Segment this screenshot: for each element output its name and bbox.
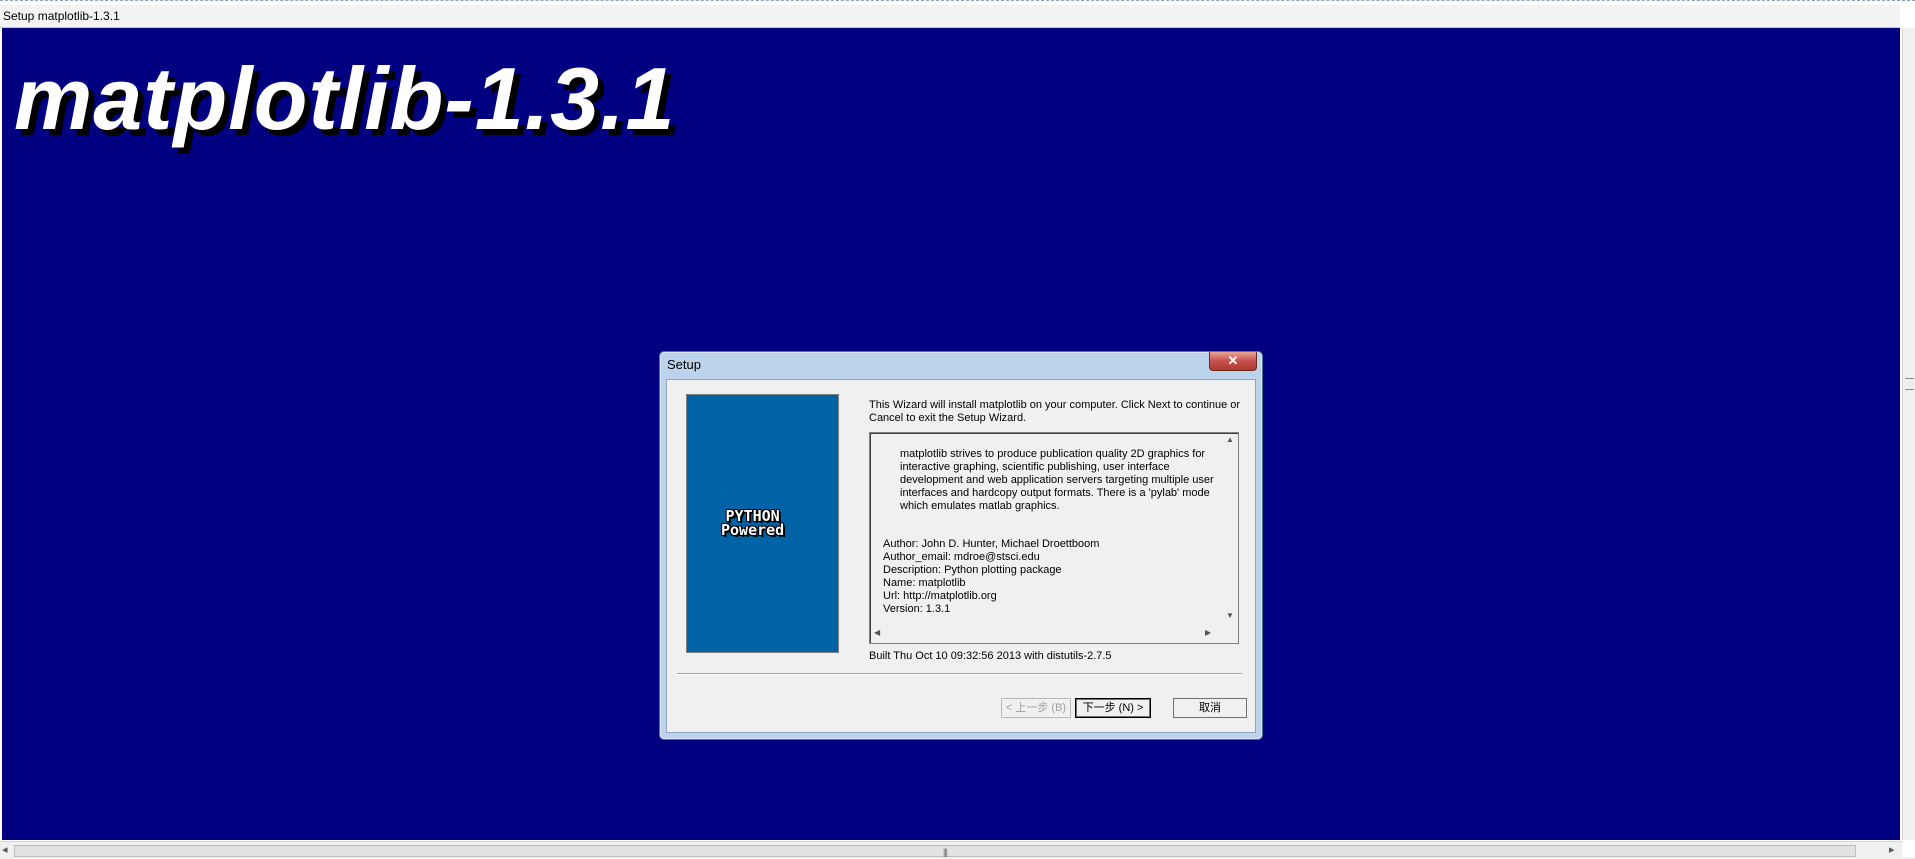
scroll-left-icon[interactable]: ◀ bbox=[874, 628, 880, 637]
scroll-left-icon[interactable]: ◂ bbox=[2, 843, 8, 856]
meta-author: Author: John D. Hunter, Michael Droettbo… bbox=[883, 538, 1100, 550]
next-button[interactable]: 下一步 (N) > bbox=[1075, 698, 1151, 718]
python-logo-panel: PYTHON Powered bbox=[686, 394, 839, 653]
back-button[interactable]: < 上一步 (B) bbox=[1001, 698, 1071, 718]
window-title: Setup matplotlib-1.3.1 bbox=[3, 9, 120, 23]
meta-description: Description: Python plotting package bbox=[883, 564, 1062, 576]
dialog-title: Setup bbox=[667, 357, 701, 372]
meta-author-email: Author_email: mdroe@stsci.edu bbox=[883, 551, 1040, 563]
setup-window: Setup matplotlib-1.3.1 matplotlib-1.3.1 … bbox=[0, 0, 1915, 859]
scroll-right-icon[interactable]: ▶ bbox=[1205, 628, 1211, 637]
horizontal-scrollbar[interactable]: ◂ ||| ▸ bbox=[0, 841, 1902, 859]
scrollbar-grip-icon[interactable] bbox=[1905, 378, 1914, 390]
window-titlebar[interactable]: Setup matplotlib-1.3.1 bbox=[0, 5, 1900, 28]
logo-line-2: Powered bbox=[721, 521, 785, 539]
scroll-down-icon[interactable]: ▼ bbox=[1226, 611, 1234, 620]
package-description: matplotlib strives to produce publicatio… bbox=[900, 448, 1214, 512]
package-metadata: Author: John D. Hunter, Michael Droettbo… bbox=[883, 538, 1099, 616]
close-button[interactable]: ✕ bbox=[1209, 352, 1257, 371]
vertical-scrollbar[interactable] bbox=[1902, 28, 1915, 840]
setup-dialog: Setup ✕ PYTHON Powered This Wizard will … bbox=[659, 351, 1263, 740]
build-info: Built Thu Oct 10 09:32:56 2013 with dist… bbox=[869, 650, 1112, 662]
package-info-box[interactable]: matplotlib strives to produce publicatio… bbox=[869, 432, 1239, 644]
horizontal-scroll-thumb[interactable]: ||| bbox=[14, 845, 1856, 857]
banner-title: matplotlib-1.3.1 bbox=[14, 49, 676, 148]
info-vertical-scrollbar[interactable]: ▲ ▼ bbox=[1222, 433, 1238, 627]
wizard-intro-text: This Wizard will install matplotlib on y… bbox=[869, 399, 1241, 424]
close-icon: ✕ bbox=[1227, 353, 1239, 368]
scroll-thumb-grip-icon: ||| bbox=[943, 847, 948, 857]
button-separator bbox=[677, 673, 1242, 675]
scroll-up-icon[interactable]: ▲ bbox=[1226, 435, 1234, 444]
python-powered-logo: PYTHON Powered bbox=[721, 509, 785, 539]
scroll-right-icon[interactable]: ▸ bbox=[1889, 843, 1895, 856]
dialog-body: PYTHON Powered This Wizard will install … bbox=[666, 379, 1256, 733]
meta-name: Name: matplotlib bbox=[883, 577, 966, 589]
info-horizontal-scrollbar[interactable]: ◀ ▶ bbox=[871, 627, 1221, 642]
meta-url: Url: http://matplotlib.org bbox=[883, 590, 997, 602]
meta-version: Version: 1.3.1 bbox=[883, 603, 951, 615]
cancel-button[interactable]: 取消 bbox=[1173, 698, 1247, 718]
